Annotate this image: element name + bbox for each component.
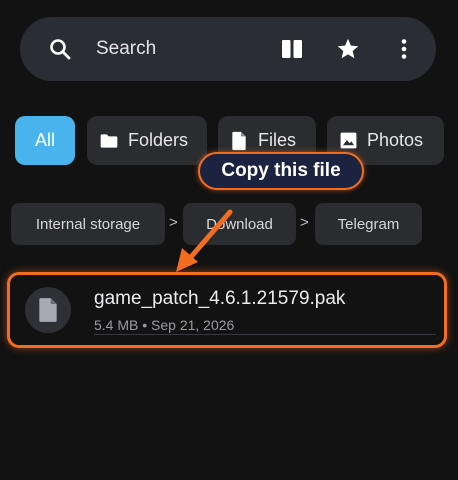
document-icon <box>39 298 57 322</box>
callout-text: Copy this file <box>221 160 341 181</box>
divider <box>94 334 436 335</box>
file-meta: 5.4 MB • Sep 21, 2026 <box>94 317 235 333</box>
instruction-callout: Copy this file <box>198 152 364 190</box>
file-name: game_patch_4.6.1.21579.pak <box>94 288 346 309</box>
file-thumbnail <box>25 287 71 333</box>
file-row[interactable]: game_patch_4.6.1.21579.pak 5.4 MB • Sep … <box>7 272 447 348</box>
annotation-arrow <box>176 209 233 272</box>
